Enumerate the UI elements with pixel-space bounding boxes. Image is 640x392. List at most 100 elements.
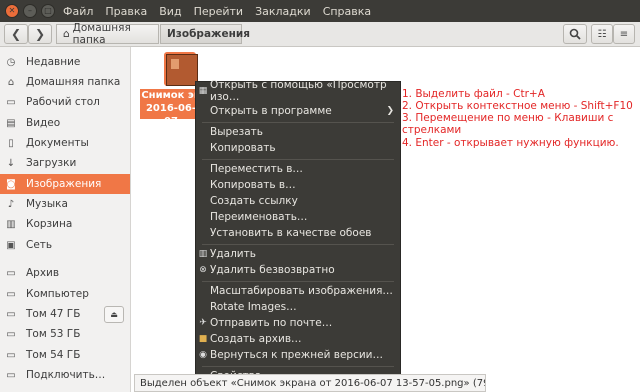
menu-edit[interactable]: Правка	[105, 5, 147, 18]
eject-icon: ⏏	[110, 310, 118, 319]
drive-icon: ▭	[6, 369, 16, 381]
sidebar-item-documents[interactable]: ▯ Документы	[0, 133, 130, 153]
breadcrumb-home[interactable]: ⌂ Домашняя папка	[56, 22, 159, 46]
menu-item-send-by-mail[interactable]: ✈ Отправить по почте…	[196, 315, 400, 331]
sidebar-item-pictures[interactable]: ◙ Изображения	[0, 174, 130, 194]
menu-separator	[202, 122, 394, 123]
home-icon: ⌂	[63, 28, 70, 40]
sidebar-item-music[interactable]: ♪ Музыка	[0, 194, 130, 214]
eject-button[interactable]: ⏏	[104, 306, 124, 323]
sidebar-item-label: Документы	[26, 137, 89, 149]
trash-icon: ▥	[198, 249, 208, 259]
status-text: Выделен объект «Снимок экрана от 2016-06…	[140, 377, 486, 389]
menu-item-revert-version[interactable]: ◉ Вернуться к прежней версии…	[196, 347, 400, 363]
sidebar-item-downloads[interactable]: ↓ Загрузки	[0, 153, 130, 173]
sidebar-item-label: Видео	[26, 117, 61, 129]
status-bar: Выделен объект «Снимок экрана от 2016-06…	[134, 374, 486, 392]
instruction-note: 3. Перемещение по меню - Клавиши с	[402, 112, 614, 124]
menu-item-cut[interactable]: Вырезать	[196, 124, 400, 140]
thumbnail-detail	[171, 59, 179, 69]
sidebar-item-home[interactable]: ⌂ Домашняя папка	[0, 72, 130, 92]
menu-separator	[202, 159, 394, 160]
menu-item-open-with-viewer[interactable]: ▦ Открыть с помощью «Просмотр изо…	[196, 79, 400, 103]
revert-icon: ◉	[199, 350, 207, 360]
menu-item-label: Удалить безвозвратно	[210, 264, 335, 276]
file-label-line: pn	[180, 129, 195, 140]
list-view-button[interactable]: ☷	[591, 24, 613, 44]
drive-icon: ▭	[6, 349, 16, 361]
close-window-button[interactable]: ✕	[5, 4, 19, 18]
chevron-right-icon: ❯	[34, 27, 46, 41]
delete-permanent-icon: ⊗	[199, 265, 207, 275]
menu-view[interactable]: Вид	[159, 5, 181, 18]
file-thumbnail[interactable]	[166, 54, 198, 86]
drive-icon: ▭	[6, 267, 16, 279]
sidebar-item-recent[interactable]: ◷ Недавние	[0, 52, 130, 72]
search-button[interactable]	[563, 24, 587, 44]
menu-separator	[202, 366, 394, 367]
menu-item-rename[interactable]: Переименовать…	[196, 209, 400, 225]
file-label-line: Снимок эк	[141, 90, 201, 101]
sidebar-item-videos[interactable]: ▤ Видео	[0, 113, 130, 133]
file-label-line: 2016-06-07	[145, 103, 197, 127]
menu-button[interactable]: ≡	[613, 24, 635, 44]
menu-item-set-wallpaper[interactable]: Установить в качестве обоев	[196, 225, 400, 241]
image-viewer-icon: ▦	[198, 86, 208, 96]
menu-item-label: Масштабировать изображения…	[210, 285, 393, 297]
menu-item-copy-to[interactable]: Копировать в…	[196, 177, 400, 193]
sidebar-item-volume-54[interactable]: ▭ Том 54 ГБ	[0, 345, 130, 365]
menu-help[interactable]: Справка	[323, 5, 371, 18]
video-icon: ▤	[6, 117, 16, 129]
search-icon	[569, 28, 581, 40]
menu-item-label: Удалить	[210, 248, 256, 260]
forward-button[interactable]: ❯	[28, 24, 52, 44]
context-menu: ▦ Открыть с помощью «Просмотр изо… Откры…	[195, 79, 401, 386]
sidebar-item-label: Домашняя папка	[26, 76, 121, 88]
menu-item-rotate-images[interactable]: Rotate Images…	[196, 299, 400, 315]
sidebar-item-network[interactable]: ▣ Сеть	[0, 235, 130, 255]
menu-item-delete-permanently[interactable]: ⊗ Удалить безвозвратно	[196, 262, 400, 278]
sidebar-item-connect[interactable]: ▭ Подключить…	[0, 365, 130, 385]
drive-icon: ▭	[6, 328, 16, 340]
menu-item-label: Создать ссылку	[210, 195, 298, 207]
menu-item-label: Открыть в программе	[210, 105, 332, 117]
sidebar-item-label: Том 47 ГБ	[26, 308, 81, 320]
breadcrumb-home-label: Домашняя папка	[72, 22, 131, 46]
network-icon: ▣	[6, 239, 16, 251]
file-label[interactable]: Снимок эк 2016-06-07 pn	[141, 89, 201, 141]
sidebar-item-label: Загрузки	[26, 157, 77, 169]
back-button[interactable]: ❮	[4, 24, 28, 44]
window-controls: ✕ – □	[5, 4, 55, 18]
menu-item-copy[interactable]: Копировать	[196, 140, 400, 156]
sidebar-item-volume-47[interactable]: ▭ Том 47 ГБ ⏏	[0, 304, 130, 324]
menu-item-scale-images[interactable]: Масштабировать изображения…	[196, 283, 400, 299]
menu-item-make-link[interactable]: Создать ссылку	[196, 193, 400, 209]
menu-go[interactable]: Перейти	[194, 5, 244, 18]
menu-file[interactable]: Файл	[63, 5, 93, 18]
menu-item-label: Переименовать…	[210, 211, 308, 223]
breadcrumb-pictures-label: Изображения	[167, 28, 250, 40]
sidebar-item-label: Изображения	[26, 178, 102, 190]
menu-item-label: Открыть с помощью «Просмотр изо…	[210, 79, 387, 103]
sidebar-item-volume-53[interactable]: ▭ Том 53 ГБ	[0, 324, 130, 344]
menu-item-move-to[interactable]: Переместить в…	[196, 161, 400, 177]
breadcrumb-pictures[interactable]: Изображения	[160, 24, 250, 44]
sidebar-item-desktop[interactable]: ▭ Рабочий стол	[0, 92, 130, 112]
sidebar-item-label: Корзина	[26, 218, 73, 230]
instruction-note: 2. Открыть контекстное меню - Shift+F10	[402, 100, 633, 112]
menu-item-delete[interactable]: ▥ Удалить	[196, 246, 400, 262]
music-icon: ♪	[7, 198, 15, 210]
menu-item-create-archive[interactable]: ■ Создать архив…	[196, 331, 400, 347]
document-icon: ▯	[8, 137, 14, 149]
menu-bookmarks[interactable]: Закладки	[255, 5, 311, 18]
menu-item-label: Создать архив…	[210, 333, 302, 345]
camera-icon: ◙	[6, 178, 16, 190]
minimize-window-button[interactable]: –	[23, 4, 37, 18]
menu-item-label: Копировать в…	[210, 179, 296, 191]
menu-item-open-in-app[interactable]: Открыть в программе ❯	[196, 103, 400, 119]
sidebar-item-computer[interactable]: ▭ Компьютер	[0, 284, 130, 304]
sidebar-item-trash[interactable]: ▥ Корзина	[0, 214, 130, 234]
menu-item-label: Отправить по почте…	[210, 317, 333, 329]
maximize-window-button[interactable]: □	[41, 4, 55, 18]
sidebar-item-archive[interactable]: ▭ Архив	[0, 263, 130, 283]
